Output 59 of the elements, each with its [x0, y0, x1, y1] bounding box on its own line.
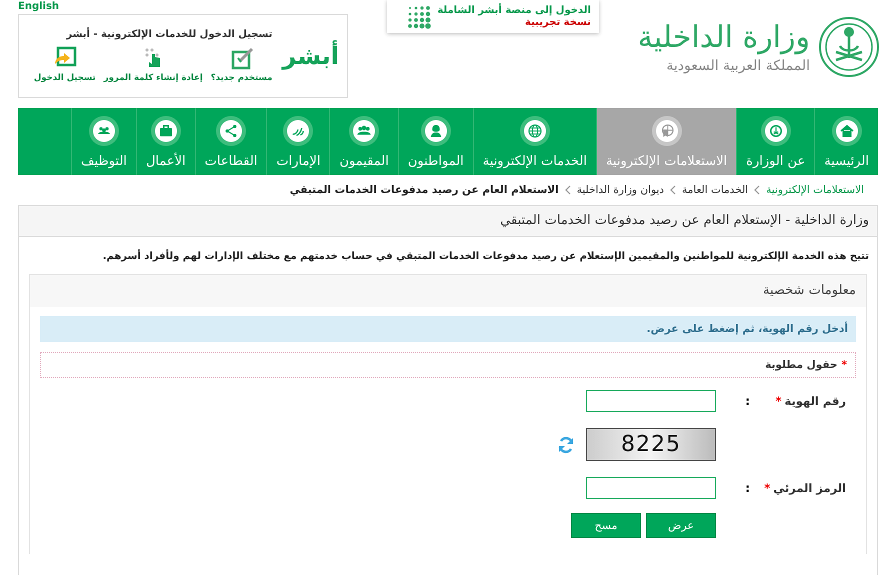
input-field[interactable] [586, 477, 716, 499]
chevron-icon [564, 185, 571, 195]
nav-tab[interactable]: الأعمال [136, 108, 195, 175]
nav-tab[interactable]: المواطنون [398, 108, 473, 175]
nav-tab[interactable]: الرئيسية [814, 108, 878, 175]
required-mark: * [764, 481, 770, 495]
ministry-title: وزارة الداخلية [638, 20, 810, 54]
field-label: الرمز المرئي [773, 481, 846, 495]
colon: : [744, 481, 750, 495]
nav-tab[interactable]: الإمارات [266, 108, 330, 175]
people-icon [353, 120, 376, 142]
info-message: أدخل رقم الهوية، ثم إضغط على عرض. [40, 316, 856, 342]
breadcrumb-link[interactable]: ديوان وزارة الداخلية [576, 184, 664, 196]
required-mark: * [842, 359, 847, 371]
refresh-icon[interactable] [556, 434, 576, 454]
service-description: تتيح هذه الخدمة الإلكترونية للمواطنين والمقيمين الإستعلام عن رصيد مدفوعات الخدمات المتبقي في حساب خدمتهم مع مختلف الإدارات لهم ولأفراد أسرهم. [102, 248, 870, 264]
calligraphy-icon [287, 120, 310, 142]
dots-icon [407, 4, 432, 28]
required-note: حقول مطلوبة [765, 359, 838, 371]
colon: : [744, 394, 750, 408]
edit-icon [230, 46, 254, 70]
login-box-link[interactable]: مستخدم جديد؟ [210, 46, 272, 83]
required-mark: * [775, 394, 782, 408]
panel-title: وزارة الداخلية - الإستعلام العام عن رصيد مدفوعات الخدمات المتبقي [19, 206, 877, 237]
person-icon [424, 120, 447, 142]
briefcase-icon [154, 120, 177, 142]
breadcrumb-link[interactable]: الاستعلامات الإلكترونية [766, 184, 864, 196]
nav-tab[interactable]: الاستعلامات الإلكترونية [596, 108, 736, 175]
home-icon [836, 120, 858, 142]
banner-note: نسخة تجريبية [524, 16, 591, 28]
group-icon [92, 120, 115, 142]
nav-tab[interactable]: المقيمون [329, 108, 398, 175]
emblem-icon [764, 120, 787, 142]
absher-logo: أبشر [282, 39, 340, 72]
chevron-icon [670, 185, 676, 195]
input-field[interactable] [586, 390, 716, 412]
nav-tab[interactable]: التوظيف [70, 108, 136, 175]
login-box-link[interactable]: إعادة إنشاء كلمة المرور [104, 46, 203, 83]
ministry-subtitle: المملكة العربية السعودية [665, 58, 810, 74]
absher-banner[interactable]: الدخول إلى منصة أبشر الشاملة نسخة تجريبية [386, 0, 599, 33]
login-box-title: تسجيل الدخول للخدمات الإلكترونية - أبشر [65, 29, 272, 40]
form-button[interactable]: مسح [571, 513, 641, 538]
nav-tab[interactable]: عن الوزارة [736, 108, 814, 175]
captcha-image: 8225 [586, 428, 716, 461]
globe-book-icon [656, 120, 678, 142]
breadcrumb-link[interactable]: الخدمات العامة [682, 184, 748, 196]
nav-tab[interactable]: الخدمات الإلكترونية [472, 108, 596, 175]
login-box-link[interactable]: تسجيل الدخول [34, 46, 96, 83]
emblem-icon [818, 16, 880, 78]
form-button[interactable]: عرض [646, 513, 716, 538]
section-title: معلومات شخصية [30, 275, 866, 307]
share-icon [220, 120, 242, 142]
nav-tab[interactable]: القطاعات [194, 108, 266, 175]
globe-icon [524, 120, 546, 142]
chevron-icon [754, 185, 760, 195]
breadcrumb-current: الاستعلام العام عن رصيد مدفوعات الخدمات المتبقي [290, 184, 559, 196]
field-label: رقم الهوية [784, 394, 846, 408]
banner-title: الدخول إلى منصة أبشر الشاملة [437, 4, 591, 16]
language-link[interactable]: English [18, 0, 60, 14]
